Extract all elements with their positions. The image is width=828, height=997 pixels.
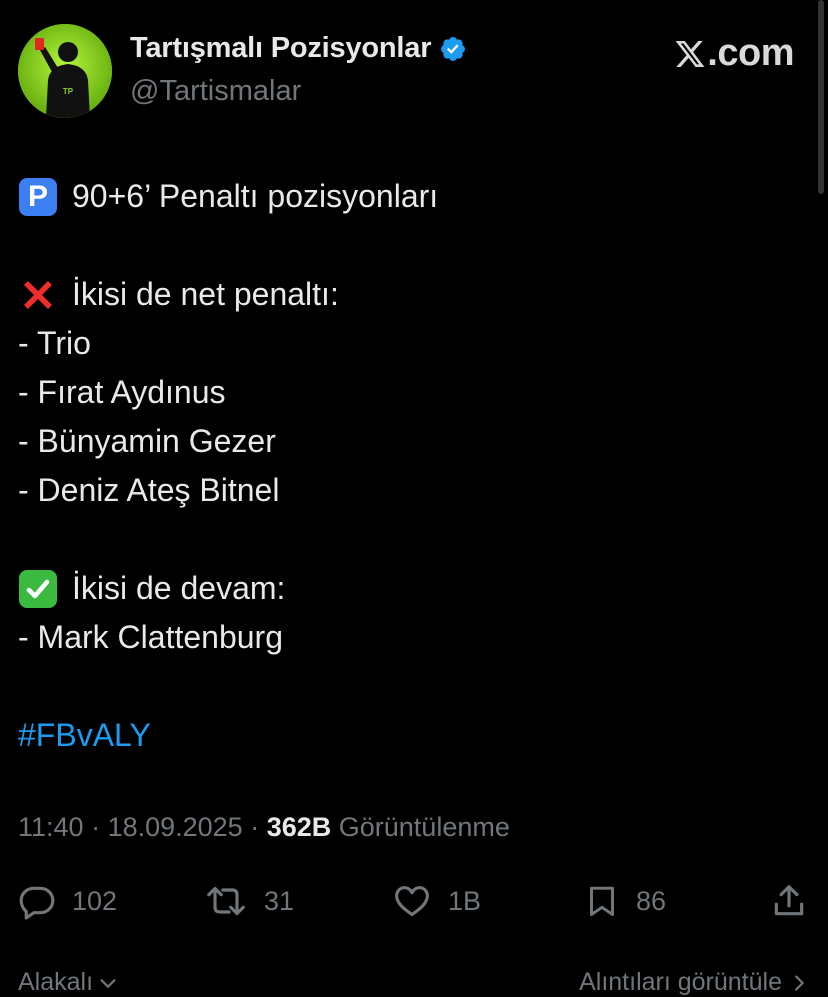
like-button[interactable]: 1B	[392, 876, 481, 926]
repost-icon	[207, 886, 245, 916]
avatar-initials: TP	[63, 87, 74, 96]
bookmark-button[interactable]: 86	[584, 876, 666, 926]
x-com-watermark: .com	[674, 32, 794, 75]
tweet-line: - Deniz Ateş Bitnel	[18, 472, 280, 508]
relevant-sort-button[interactable]: Alakalı	[18, 968, 119, 997]
cross-mark-emoji-icon	[18, 275, 58, 315]
repost-count: 31	[264, 885, 295, 916]
avatar[interactable]: TP	[18, 24, 112, 118]
tweet-date[interactable]: 18.09.2025	[108, 812, 243, 842]
x-logo-icon	[675, 40, 705, 67]
like-count: 1B	[448, 885, 482, 916]
heart-icon	[395, 886, 429, 917]
reply-button[interactable]: 102	[18, 876, 117, 926]
tweet-line: - Bünyamin Gezer	[18, 423, 276, 459]
chevron-down-icon	[100, 978, 116, 988]
tweet-line: - Trio	[18, 325, 91, 361]
tweet-line: - Mark Clattenburg	[18, 619, 283, 655]
bookmark-count: 86	[636, 885, 667, 916]
tweet-line: P 90+6’ Penaltı pozisyonları	[18, 172, 798, 221]
bookmark-icon	[590, 886, 614, 916]
action-bar: 102 31 1B 86	[18, 876, 808, 926]
tweet-meta: 11:40 · 18.09.2025 · 362B Görüntülenme	[18, 812, 510, 842]
p-button-emoji-icon: P	[18, 177, 58, 217]
reply-count: 102	[72, 885, 118, 916]
verified-badge-icon[interactable]	[439, 35, 467, 63]
repost-button[interactable]: 31	[204, 876, 294, 926]
relevant-label: Alakalı	[18, 968, 94, 996]
tweet-line: - Fırat Aydınus	[18, 374, 226, 410]
chevron-right-icon	[795, 974, 804, 991]
view-quotes-link[interactable]: Alıntıları görüntüle	[579, 968, 810, 997]
share-button[interactable]	[770, 876, 824, 926]
views-count: 362B	[266, 812, 332, 842]
share-icon	[774, 885, 804, 916]
views-label: Görüntülenme	[338, 812, 510, 842]
display-name[interactable]: Tartışmalı Pozisyonlar	[130, 32, 431, 65]
hashtag-link[interactable]: #FBvALY	[18, 711, 798, 760]
author-name-row: Tartışmalı Pozisyonlar	[130, 32, 467, 65]
tweet-line: İkisi de devam:	[18, 564, 798, 613]
view-quotes-label: Alıntıları görüntüle	[579, 968, 782, 996]
tweet-time[interactable]: 11:40	[18, 812, 84, 842]
x-domain-text: .com	[707, 32, 794, 74]
author-handle[interactable]: @Tartismalar	[130, 75, 301, 108]
scrollbar[interactable]	[818, 0, 824, 194]
reply-icon	[19, 886, 55, 920]
tweet-text: P 90+6’ Penaltı pozisyonları İkisi de ne…	[18, 172, 798, 760]
tweet-line: İkisi de net penaltı:	[18, 270, 798, 319]
check-mark-emoji-icon	[18, 569, 58, 609]
